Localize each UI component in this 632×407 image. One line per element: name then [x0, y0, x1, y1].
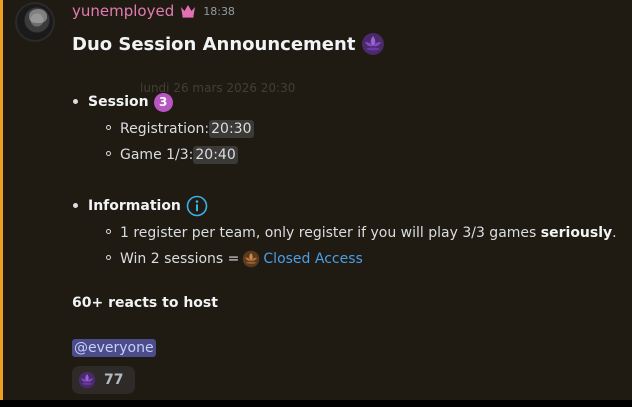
- avatar[interactable]: [15, 2, 55, 42]
- list-item: Game 1/3: 20:40: [88, 142, 254, 168]
- information-section: Information 1 register per team, only re…: [72, 194, 617, 272]
- purple-lotus-emoji-icon: [362, 33, 385, 55]
- crown-icon: [181, 5, 196, 18]
- title-text: Duo Session Announcement: [72, 33, 356, 55]
- host-requirement-text: 60+ reacts to host: [72, 295, 218, 311]
- list-item: Information 1 register per team, only re…: [72, 194, 617, 272]
- message-content: Duo Session Announcement Session 3 Regis…: [72, 30, 617, 394]
- info-icon: [186, 195, 208, 217]
- rule-text: 1 register per team, only register if yo…: [120, 225, 617, 241]
- information-label: Information: [88, 198, 181, 214]
- message-header: yunemployed 18:38: [72, 1, 235, 21]
- message-title: Duo Session Announcement: [72, 30, 617, 58]
- reaction-button[interactable]: 77: [72, 366, 135, 394]
- session-number-badge: 3: [153, 92, 173, 112]
- everyone-mention[interactable]: @everyone: [72, 339, 156, 357]
- list-item: Win 2 sessions = Closed Access: [88, 246, 617, 272]
- registration-time: 20:30: [209, 120, 254, 138]
- reaction-count: 77: [104, 372, 124, 388]
- session-label: Session: [88, 94, 149, 110]
- username[interactable]: yunemployed: [72, 2, 174, 20]
- reward-text: Win 2 sessions =: [120, 251, 240, 267]
- message-timestamp: 18:38: [203, 4, 235, 18]
- bronze-lotus-emoji-icon: [243, 250, 260, 268]
- purple-lotus-emoji-icon: [78, 371, 96, 389]
- closed-access-link[interactable]: Closed Access: [263, 251, 362, 267]
- list-item: Session 3 Registration: 20:30 Game 1/3: …: [72, 90, 254, 168]
- session-section: Session 3 Registration: 20:30 Game 1/3: …: [72, 90, 254, 168]
- game-label: Game 1/3:: [120, 147, 194, 163]
- registration-label: Registration:: [120, 121, 210, 137]
- bottom-edge-bar: [0, 400, 632, 407]
- list-item: Registration: 20:30: [88, 116, 254, 142]
- game-time: 20:40: [193, 146, 238, 164]
- list-item: 1 register per team, only register if yo…: [88, 220, 617, 246]
- rule-emphasis: seriously: [540, 225, 613, 241]
- chat-message: yunemployed 18:38 lundi 26 mars 2026 20:…: [0, 0, 632, 400]
